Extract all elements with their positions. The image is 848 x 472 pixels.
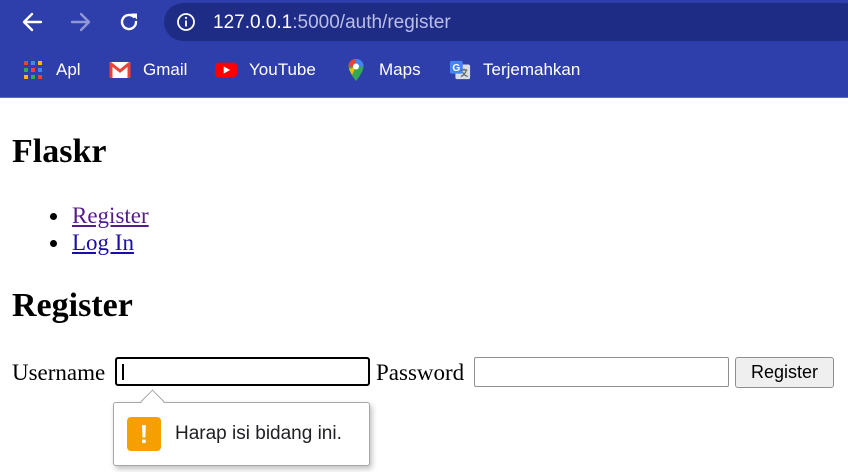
bookmark-gmail[interactable]: Gmail	[109, 54, 187, 86]
url-host: 127.0.0.1	[213, 12, 293, 33]
back-arrow-icon	[22, 12, 43, 32]
forward-arrow-icon	[70, 12, 91, 32]
bookmark-label: Terjemahkan	[483, 60, 581, 79]
bookmark-label: Maps	[379, 60, 421, 79]
youtube-icon	[215, 59, 237, 81]
translate-icon: G	[449, 59, 471, 81]
nav-item-login: Log In	[0, 229, 149, 256]
warning-icon: !	[127, 417, 161, 451]
validation-tooltip: ! Harap isi bidang ini.	[113, 389, 370, 466]
maps-icon	[345, 59, 367, 81]
back-button[interactable]	[16, 6, 48, 38]
register-submit-button[interactable]: Register	[735, 357, 834, 388]
bookmark-apl[interactable]: Apl	[22, 54, 81, 86]
tooltip-arrow	[140, 389, 165, 414]
bookmark-terjemahkan[interactable]: G Terjemahkan	[449, 54, 580, 86]
address-bar[interactable]: 127.0.0.1:5000/auth/register	[164, 3, 848, 41]
password-input[interactable]	[474, 357, 729, 387]
reload-icon	[120, 13, 138, 31]
bookmark-label: YouTube	[249, 60, 316, 79]
nav-item-register: Register	[0, 202, 149, 229]
site-title: Flaskr	[12, 133, 107, 170]
bookmark-youtube[interactable]: YouTube	[215, 54, 316, 86]
site-info-icon[interactable]	[176, 12, 196, 32]
username-label: Username	[12, 360, 106, 385]
page-title: Register	[12, 287, 133, 324]
forward-button[interactable]	[65, 6, 97, 38]
text-caret	[122, 364, 124, 380]
bookmark-label: Gmail	[143, 60, 188, 79]
browser-toolbar: 127.0.0.1:5000/auth/register Apl Gmail Y…	[0, 0, 848, 98]
username-input[interactable]	[115, 357, 370, 386]
bookmark-label: Apl	[56, 60, 81, 79]
url-text[interactable]: 127.0.0.1:5000/auth/register	[213, 12, 451, 34]
site-nav: Register Log In	[0, 202, 149, 256]
page-content: Flaskr Register Log In Register Username…	[0, 98, 848, 472]
login-link[interactable]: Log In	[72, 230, 134, 255]
url-path: :5000/auth/register	[292, 12, 451, 33]
password-label: Password	[376, 360, 465, 385]
validation-message: Harap isi bidang ini.	[175, 423, 342, 444]
reload-button[interactable]	[113, 6, 145, 38]
register-link[interactable]: Register	[72, 203, 149, 228]
bookmark-maps[interactable]: Maps	[345, 54, 421, 86]
apps-grid-icon	[22, 59, 44, 81]
gmail-icon	[109, 59, 131, 81]
svg-text:G: G	[452, 63, 460, 74]
